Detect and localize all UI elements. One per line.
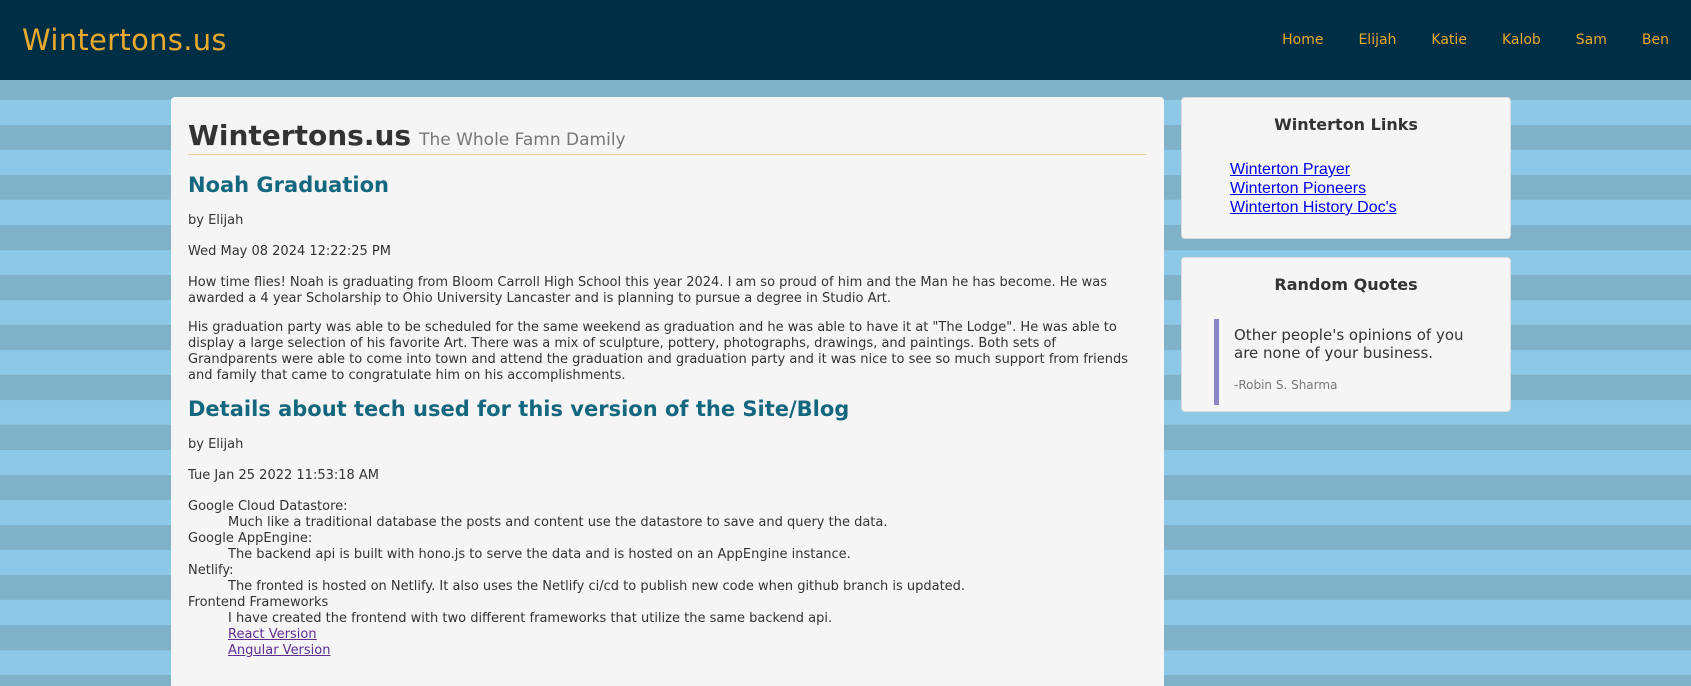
links-list: Winterton Prayer Winterton Pioneers Wint… bbox=[1230, 160, 1510, 217]
tech-desc: The backend api is built with hono.js to… bbox=[228, 547, 851, 562]
links-card-title: Winterton Links bbox=[1274, 115, 1418, 134]
tech-list: Google Cloud Datastore: Much like a trad… bbox=[188, 499, 1147, 659]
post-author: by Elijah bbox=[188, 213, 244, 228]
main-content: Wintertons.us The Whole Famn Damily Noah… bbox=[171, 97, 1164, 686]
top-navbar: Wintertons.us Home Elijah Katie Kalob Sa… bbox=[0, 0, 1691, 80]
post-paragraph: His graduation party was able to be sche… bbox=[188, 320, 1129, 383]
winterton-history-docs-link[interactable]: Winterton History Doc's bbox=[1230, 198, 1510, 217]
quote-block: Other people's opinions of you are none … bbox=[1214, 319, 1478, 405]
tech-term: Google AppEngine: bbox=[188, 531, 313, 546]
post-title[interactable]: Noah Graduation bbox=[188, 173, 1147, 197]
framework-links: React Version Angular Version bbox=[188, 627, 1147, 659]
tech-desc: Much like a traditional database the pos… bbox=[228, 515, 888, 530]
post-date: Tue Jan 25 2022 11:53:18 AM bbox=[188, 468, 380, 483]
quote-text: Other people's opinions of you are none … bbox=[1234, 326, 1464, 362]
post-tech-details: Details about tech used for this version… bbox=[188, 397, 1147, 659]
post-date: Wed May 08 2024 12:22:25 PM bbox=[188, 244, 391, 259]
site-header: Wintertons.us The Whole Famn Damily bbox=[188, 119, 1147, 155]
post-paragraph: How time flies! Noah is graduating from … bbox=[188, 275, 1108, 306]
brand-link[interactable]: Wintertons.us bbox=[22, 23, 227, 57]
tech-desc: The fronted is hosted on Netlify. It als… bbox=[228, 579, 966, 594]
quote-author: -Robin S. Sharma bbox=[1234, 378, 1338, 392]
react-version-link[interactable]: React Version bbox=[228, 627, 1147, 643]
nav-links: Home Elijah Katie Kalob Sam Ben bbox=[1247, 32, 1669, 48]
angular-version-link[interactable]: Angular Version bbox=[228, 643, 1147, 659]
tech-term: Google Cloud Datastore: bbox=[188, 499, 348, 514]
random-quotes-card: Random Quotes Other people's opinions of… bbox=[1181, 257, 1511, 412]
nav-link-ben[interactable]: Ben bbox=[1642, 32, 1669, 48]
nav-link-katie[interactable]: Katie bbox=[1431, 32, 1467, 48]
winterton-links-card: Winterton Links Winterton Prayer Wintert… bbox=[1181, 97, 1511, 239]
tech-desc: I have created the frontend with two dif… bbox=[228, 611, 833, 626]
post-title[interactable]: Details about tech used for this version… bbox=[188, 397, 1147, 421]
nav-link-sam[interactable]: Sam bbox=[1576, 32, 1607, 48]
tech-term: Frontend Frameworks bbox=[188, 595, 329, 610]
nav-link-home[interactable]: Home bbox=[1282, 32, 1323, 48]
nav-link-kalob[interactable]: Kalob bbox=[1502, 32, 1541, 48]
nav-link-elijah[interactable]: Elijah bbox=[1358, 32, 1396, 48]
post-noah-graduation: Noah Graduation by Elijah Wed May 08 202… bbox=[188, 173, 1147, 384]
tech-term: Netlify: bbox=[188, 563, 234, 578]
winterton-prayer-link[interactable]: Winterton Prayer bbox=[1230, 160, 1510, 179]
quotes-card-title: Random Quotes bbox=[1274, 275, 1418, 294]
page-subtitle: The Whole Famn Damily bbox=[419, 130, 626, 150]
winterton-pioneers-link[interactable]: Winterton Pioneers bbox=[1230, 179, 1510, 198]
page-title: Wintertons.us bbox=[188, 119, 412, 152]
post-author: by Elijah bbox=[188, 437, 244, 452]
